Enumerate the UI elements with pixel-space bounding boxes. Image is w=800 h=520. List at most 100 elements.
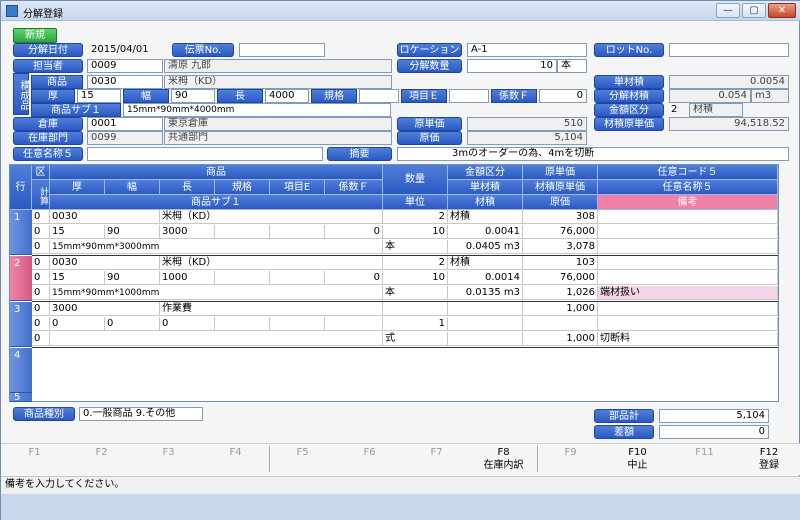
cell-name5[interactable]: [598, 317, 778, 331]
cell-length[interactable]: 1000: [160, 271, 215, 285]
cell-itemE[interactable]: [270, 225, 325, 239]
cell-thick[interactable]: 0: [50, 317, 105, 331]
width-field[interactable]: 90: [171, 89, 215, 103]
length-field[interactable]: 4000: [265, 89, 309, 103]
close-button[interactable]: ✕: [768, 3, 796, 18]
row-number-selected[interactable]: 2: [10, 256, 32, 301]
cell-div3[interactable]: 0: [32, 240, 50, 254]
cell-amtdiv[interactable]: 2: [383, 210, 448, 224]
location-field[interactable]: A-1: [467, 43, 587, 57]
kind-field[interactable]: 0.一般商品 9.その他: [79, 407, 203, 421]
f9-key[interactable]: F9: [537, 444, 604, 474]
cell-code[interactable]: 3000: [50, 302, 160, 316]
name5-field[interactable]: [87, 147, 323, 161]
cell-spec[interactable]: [215, 225, 270, 239]
cell-amtdiv[interactable]: 2: [383, 256, 448, 270]
cell-volcost[interactable]: 76,000: [523, 271, 598, 285]
dept-code[interactable]: 0099: [87, 131, 163, 145]
cell-name[interactable]: 作業費: [160, 302, 383, 316]
cell-unit[interactable]: 式: [383, 332, 448, 346]
cell-costunit[interactable]: 1,000: [523, 302, 598, 316]
cell-width[interactable]: 90: [105, 271, 160, 285]
cell-length[interactable]: 0: [160, 317, 215, 331]
cell-coef[interactable]: [325, 317, 383, 331]
coefF-field[interactable]: 0: [539, 89, 587, 103]
cell-calc[interactable]: 0: [32, 317, 50, 331]
cell-width[interactable]: 90: [105, 225, 160, 239]
cell-div3[interactable]: 0: [32, 286, 50, 300]
row-number[interactable]: 5: [10, 393, 32, 403]
row-number[interactable]: 4: [10, 348, 32, 393]
cell-qty[interactable]: 1: [383, 317, 448, 331]
cell-name5[interactable]: [598, 271, 778, 285]
date-field[interactable]: 2015/04/01: [91, 43, 149, 57]
thick-field[interactable]: 15: [77, 89, 121, 103]
maximize-button[interactable]: ▢: [742, 3, 766, 18]
cell-coef[interactable]: 0: [325, 271, 383, 285]
itemE-field[interactable]: [449, 89, 489, 103]
cell-costunit[interactable]: 308: [523, 210, 598, 224]
f5-key[interactable]: F5: [269, 444, 336, 474]
f7-key[interactable]: F7: [403, 444, 470, 474]
new-button[interactable]: 新規: [13, 28, 57, 43]
spec-field[interactable]: [359, 89, 399, 103]
f11-key[interactable]: F11: [671, 444, 738, 474]
cell-thick[interactable]: 15: [50, 271, 105, 285]
cell-code[interactable]: 0030: [50, 256, 160, 270]
cell-itemE[interactable]: [270, 271, 325, 285]
cell-costunit[interactable]: 103: [523, 256, 598, 270]
cell-note[interactable]: [598, 240, 778, 254]
cell-div[interactable]: 0: [32, 256, 50, 270]
cell-amtdiv[interactable]: [383, 302, 448, 316]
row-number[interactable]: 1: [10, 210, 32, 255]
sub1-field[interactable]: 15mm*90mm*4000mm: [123, 103, 391, 117]
product-code-field[interactable]: 0030: [87, 75, 163, 89]
warehouse-code-field[interactable]: 0001: [87, 117, 163, 131]
cell-code5[interactable]: [598, 256, 778, 270]
cell-sub1[interactable]: 15mm*90mm*1000mm: [50, 286, 383, 300]
cell-code[interactable]: 0030: [50, 210, 160, 224]
f6-key[interactable]: F6: [336, 444, 403, 474]
cell-calc[interactable]: 0: [32, 225, 50, 239]
staff-code-field[interactable]: 0009: [87, 59, 163, 73]
f12-register-key[interactable]: F12 登録: [738, 444, 800, 474]
cell-thick[interactable]: 15: [50, 225, 105, 239]
cell-code5[interactable]: [598, 210, 778, 224]
cell-spec[interactable]: [215, 317, 270, 331]
f10-cancel-key[interactable]: F10 中止: [604, 444, 671, 474]
summary-field[interactable]: 3mのオーダーの為、4mを切断: [397, 147, 789, 161]
cell-sub1[interactable]: [50, 332, 383, 346]
cell-coef[interactable]: 0: [325, 225, 383, 239]
cell-div3[interactable]: 0: [32, 332, 50, 346]
cell-unit[interactable]: 本: [383, 240, 448, 254]
cell-volcost[interactable]: 76,000: [523, 225, 598, 239]
cell-volcost[interactable]: [523, 317, 598, 331]
lot-field[interactable]: [669, 43, 789, 57]
f1-key[interactable]: F1: [1, 444, 68, 474]
cell-note-active[interactable]: 端材扱い: [598, 286, 778, 300]
minimize-button[interactable]: —: [716, 3, 740, 18]
cell-width[interactable]: 0: [105, 317, 160, 331]
cell-unit[interactable]: 本: [383, 286, 448, 300]
f4-key[interactable]: F4: [202, 444, 269, 474]
row-number[interactable]: 3: [10, 302, 32, 347]
cell-name5[interactable]: [598, 225, 778, 239]
cell-qty[interactable]: 10: [383, 225, 448, 239]
cell-div[interactable]: 0: [32, 302, 50, 316]
f8-stock-breakdown-key[interactable]: F8 在庫内訳: [470, 444, 537, 474]
slip-field[interactable]: [239, 43, 325, 57]
cell-note[interactable]: 切断料: [598, 332, 778, 346]
cell-calc[interactable]: 0: [32, 271, 50, 285]
cell-name[interactable]: 米栂（KD）: [160, 210, 383, 224]
cell-length[interactable]: 3000: [160, 225, 215, 239]
cell-qty[interactable]: 10: [383, 271, 448, 285]
f2-key[interactable]: F2: [68, 444, 135, 474]
amount-div-code[interactable]: 2: [671, 103, 677, 117]
cell-sub1[interactable]: 15mm*90mm*3000mm: [50, 240, 383, 254]
cell-div[interactable]: 0: [32, 210, 50, 224]
f3-key[interactable]: F3: [135, 444, 202, 474]
cell-code5[interactable]: [598, 302, 778, 316]
cell-itemE[interactable]: [270, 317, 325, 331]
qty-field[interactable]: 10: [467, 59, 557, 73]
cell-name[interactable]: 米栂（KD）: [160, 256, 383, 270]
